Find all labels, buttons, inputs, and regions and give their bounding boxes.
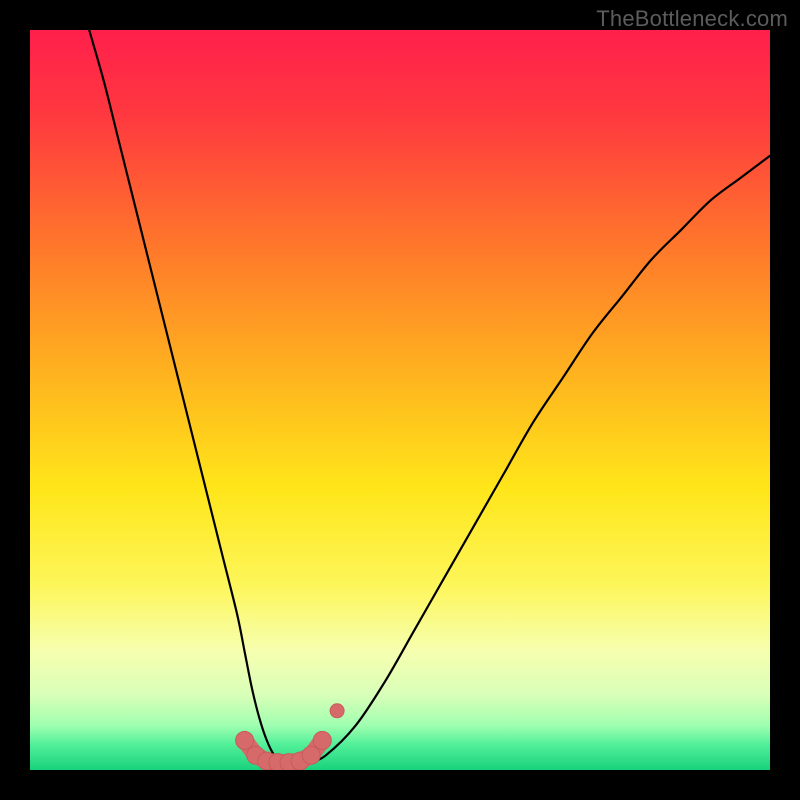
low-bottleneck-segment <box>236 731 332 770</box>
marker-dot <box>313 731 331 749</box>
watermark-text: TheBottleneck.com <box>596 6 788 32</box>
marker-dot <box>236 731 254 749</box>
bottleneck-curve <box>89 30 770 763</box>
isolated-marker-group <box>330 704 344 718</box>
marker-dot <box>302 746 320 764</box>
plot-area <box>30 30 770 770</box>
chart-frame: TheBottleneck.com <box>0 0 800 800</box>
marker-dot <box>330 704 344 718</box>
curve-layer <box>30 30 770 770</box>
